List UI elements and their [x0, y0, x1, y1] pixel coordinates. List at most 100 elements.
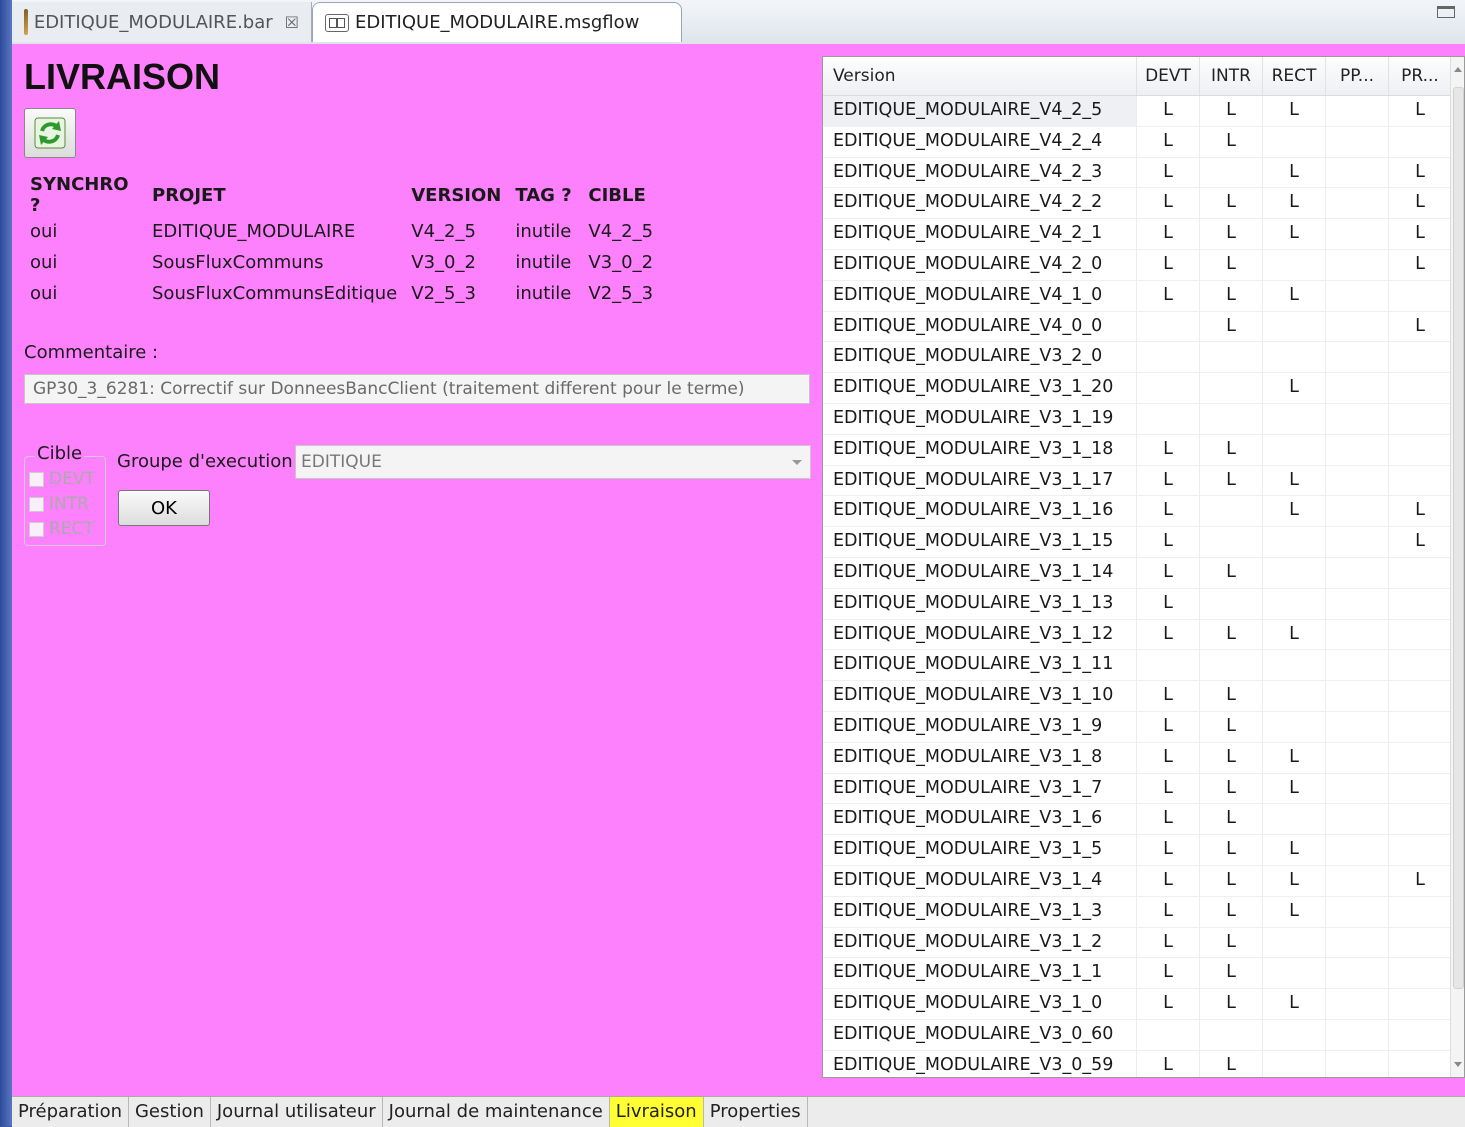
table-row[interactable]: oui EDITIQUE_MODULAIRE V4_2_5 inutile V4…	[24, 216, 666, 247]
table-row[interactable]: EDITIQUE_MODULAIRE_V3_1_7 L L L	[823, 773, 1452, 805]
tab-properties[interactable]: Properties	[704, 1097, 808, 1127]
column-header-pr[interactable]: PR...	[1389, 57, 1452, 95]
checkbox-box[interactable]	[29, 521, 44, 537]
table-row[interactable]: EDITIQUE_MODULAIRE_V3_1_5 L L L	[823, 835, 1452, 866]
checkbox-label: RECT	[49, 519, 94, 539]
tab-journal-maintenance[interactable]: Journal de maintenance	[383, 1097, 610, 1127]
cell-version-name: EDITIQUE_MODULAIRE_V3_1_6	[823, 804, 1137, 835]
table-row[interactable]: EDITIQUE_MODULAIRE_V3_1_8 L L L	[823, 742, 1452, 774]
cell-intr	[1200, 342, 1263, 373]
table-row[interactable]: EDITIQUE_MODULAIRE_V3_1_19	[823, 403, 1452, 435]
table-row[interactable]: EDITIQUE_MODULAIRE_V3_1_17 L L L	[823, 465, 1452, 497]
cell-rect: L	[1263, 865, 1326, 896]
comment-field[interactable]: GP30_3_6281: Correctif sur DonneesBancCl…	[24, 374, 810, 404]
minimize-icon[interactable]	[1437, 6, 1455, 18]
cell-intr: L	[1200, 188, 1263, 219]
cell-cible: V2_5_3	[588, 283, 654, 304]
scroll-up-icon[interactable]	[1454, 67, 1462, 72]
table-row[interactable]: EDITIQUE_MODULAIRE_V3_1_0 L L L	[823, 989, 1452, 1020]
cell-intr: L	[1200, 557, 1263, 588]
cell-devt	[1137, 403, 1200, 434]
cell-rect	[1263, 403, 1326, 434]
table-row[interactable]: EDITIQUE_MODULAIRE_V3_0_60	[823, 1019, 1452, 1051]
cell-rect	[1263, 342, 1326, 373]
table-row[interactable]: EDITIQUE_MODULAIRE_V4_1_0 L L L	[823, 280, 1452, 312]
tab-journal-utilisateur[interactable]: Journal utilisateur	[211, 1097, 383, 1127]
table-row[interactable]: EDITIQUE_MODULAIRE_V4_2_5 L L L L	[823, 96, 1452, 127]
checkbox-box[interactable]	[29, 471, 44, 487]
comment-label: Commentaire :	[24, 342, 159, 363]
checkbox-intr[interactable]: INTR	[29, 494, 89, 514]
cell-tag: inutile	[515, 283, 572, 304]
chevron-down-icon[interactable]	[792, 460, 802, 465]
scroll-thumb[interactable]	[1453, 87, 1464, 989]
table-row[interactable]: EDITIQUE_MODULAIRE_V3_1_13 L	[823, 588, 1452, 620]
table-row[interactable]: EDITIQUE_MODULAIRE_V3_1_4 L L L L	[823, 865, 1452, 897]
checkbox-rect[interactable]: RECT	[29, 519, 94, 539]
refresh-icon	[34, 117, 66, 149]
cell-pr	[1389, 927, 1452, 958]
table-row[interactable]: EDITIQUE_MODULAIRE_V3_1_10 L L	[823, 681, 1452, 712]
table-row[interactable]: EDITIQUE_MODULAIRE_V3_1_2 L L	[823, 927, 1452, 959]
table-row[interactable]: EDITIQUE_MODULAIRE_V3_1_11	[823, 650, 1452, 682]
column-header-version[interactable]: Version	[823, 57, 1137, 95]
cell-rect	[1263, 681, 1326, 711]
column-header-pp[interactable]: PP...	[1326, 57, 1389, 95]
table-row[interactable]: EDITIQUE_MODULAIRE_V3_1_12 L L L	[823, 619, 1452, 651]
close-icon[interactable]: ☒	[285, 13, 299, 32]
table-row[interactable]: EDITIQUE_MODULAIRE_V4_2_3 L L L	[823, 157, 1452, 189]
table-row[interactable]: EDITIQUE_MODULAIRE_V3_1_20 L	[823, 373, 1452, 404]
tab-preparation[interactable]: Préparation	[12, 1097, 129, 1127]
table-row[interactable]: oui SousFluxCommuns V3_0_2 inutile V3_0_…	[24, 247, 666, 278]
table-row[interactable]: EDITIQUE_MODULAIRE_V3_0_59 L L	[823, 1050, 1452, 1077]
table-row[interactable]: oui SousFluxCommunsEditique V2_5_3 inuti…	[24, 278, 666, 309]
table-row[interactable]: EDITIQUE_MODULAIRE_V3_1_9 L L	[823, 711, 1452, 743]
table-row[interactable]: EDITIQUE_MODULAIRE_V4_2_4 L L	[823, 126, 1452, 158]
refresh-button[interactable]	[24, 108, 76, 158]
header-cible: CIBLE	[588, 184, 646, 206]
scroll-down-icon[interactable]	[1454, 1062, 1462, 1067]
table-row[interactable]: EDITIQUE_MODULAIRE_V3_1_15 L L	[823, 527, 1452, 558]
tab-livraison[interactable]: Livraison	[609, 1097, 704, 1127]
cell-projet: SousFluxCommunsEditique	[152, 283, 398, 304]
column-header-rect[interactable]: RECT	[1263, 57, 1326, 95]
column-header-devt[interactable]: DEVT	[1137, 57, 1200, 95]
vertical-scrollbar[interactable]	[1450, 57, 1464, 1077]
table-row[interactable]: EDITIQUE_MODULAIRE_V3_1_6 L L	[823, 804, 1452, 836]
ok-button[interactable]: OK	[118, 490, 210, 526]
table-row[interactable]: EDITIQUE_MODULAIRE_V4_0_0 L L	[823, 311, 1452, 343]
table-row[interactable]: EDITIQUE_MODULAIRE_V3_1_14 L L	[823, 557, 1452, 589]
checkbox-box[interactable]	[29, 496, 44, 512]
versions-body: EDITIQUE_MODULAIRE_V4_2_5 L L L L EDITIQUE_MO…	[823, 96, 1452, 1077]
cell-synchro: oui	[30, 283, 58, 304]
table-header-row: SYNCHRO ? PROJET VERSION TAG ? CIBLE	[24, 174, 666, 216]
table-row[interactable]: EDITIQUE_MODULAIRE_V3_1_16 L L L	[823, 496, 1452, 528]
groupe-execution-select[interactable]: EDITIQUE	[295, 445, 811, 479]
cell-pr: L	[1389, 496, 1452, 527]
tab-gestion[interactable]: Gestion	[129, 1097, 211, 1127]
tab-editique-bar[interactable]: EDITIQUE_MODULAIRE.bar ☒	[12, 2, 312, 42]
table-row[interactable]: EDITIQUE_MODULAIRE_V3_2_0	[823, 342, 1452, 374]
table-row[interactable]: EDITIQUE_MODULAIRE_V4_2_2 L L L L	[823, 188, 1452, 220]
cell-devt: L	[1137, 157, 1200, 188]
cell-pp	[1326, 188, 1389, 219]
table-row[interactable]: EDITIQUE_MODULAIRE_V4_2_0 L L L	[823, 249, 1452, 281]
cell-version-name: EDITIQUE_MODULAIRE_V4_2_2	[823, 188, 1137, 219]
header-version: VERSION	[411, 184, 502, 206]
table-row[interactable]: EDITIQUE_MODULAIRE_V3_1_3 L L L	[823, 896, 1452, 928]
checkbox-devt[interactable]: DEVT	[29, 469, 95, 489]
cell-pp	[1326, 1019, 1389, 1050]
tab-editique-msgflow[interactable]: EDITIQUE_MODULAIRE.msgflow	[312, 2, 682, 42]
page-title: LIVRAISON	[24, 56, 221, 97]
table-row[interactable]: EDITIQUE_MODULAIRE_V3_1_18 L L	[823, 434, 1452, 466]
cell-pr	[1389, 1019, 1452, 1050]
column-header-intr[interactable]: INTR	[1200, 57, 1263, 95]
cell-version-name: EDITIQUE_MODULAIRE_V3_1_14	[823, 557, 1137, 588]
cell-devt	[1137, 1019, 1200, 1050]
table-row[interactable]: EDITIQUE_MODULAIRE_V4_2_1 L L L L	[823, 219, 1452, 250]
cell-pp	[1326, 157, 1389, 188]
table-row[interactable]: EDITIQUE_MODULAIRE_V3_1_1 L L	[823, 958, 1452, 990]
cell-intr: L	[1200, 804, 1263, 835]
cell-pr	[1389, 1050, 1452, 1077]
cell-version-name: EDITIQUE_MODULAIRE_V4_0_0	[823, 311, 1137, 342]
